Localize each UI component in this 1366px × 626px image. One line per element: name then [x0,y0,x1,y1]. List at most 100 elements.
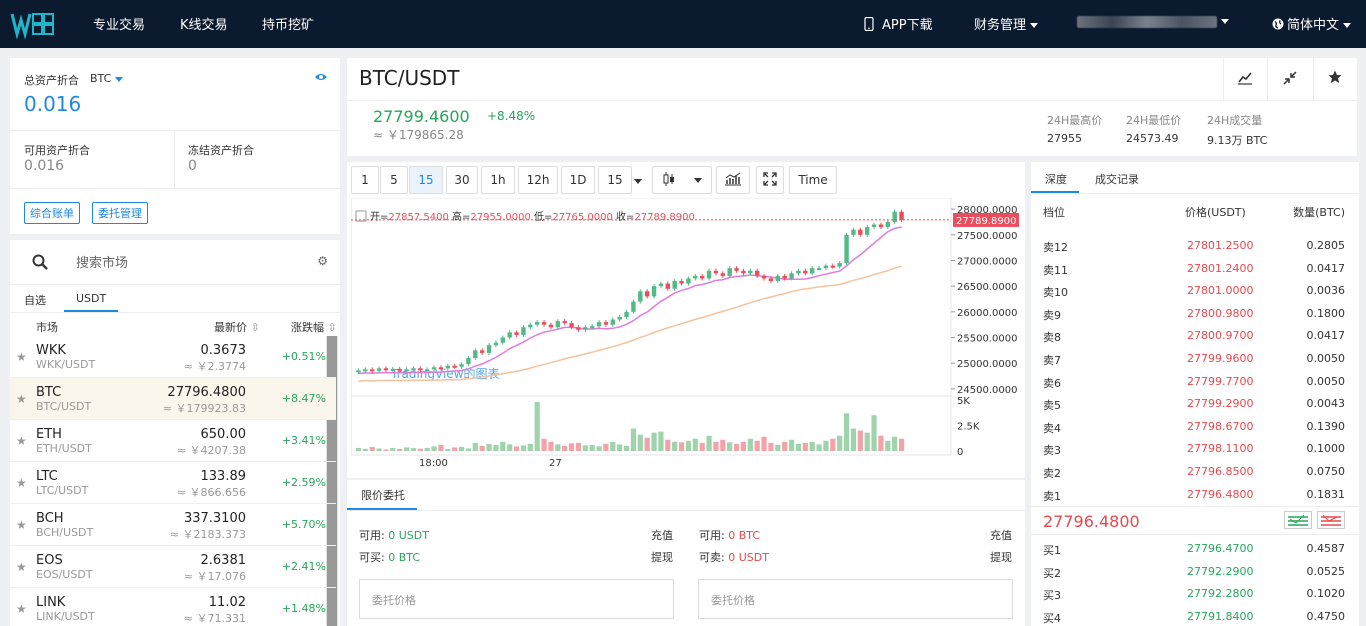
volume-bar [788,439,795,451]
nav-pro-trade[interactable]: 专业交易 [93,14,145,33]
sell-withdraw-link[interactable]: 提现 [990,549,1012,565]
interval-button[interactable]: 12h [518,166,558,194]
divider [10,312,340,313]
ask-row[interactable]: 卖11 27801.2400 0.0417 [1031,258,1359,280]
col-change-header[interactable]: 涨跌幅 ⇳ [291,319,337,335]
bid-row[interactable]: 买4 27791.8400 0.4750 [1031,606,1359,626]
ask-row[interactable]: 卖5 27799.2900 0.0043 [1031,393,1359,415]
favorite-star-icon[interactable]: ★ [16,518,27,532]
kline-chart-panel: 1 5 15 30 1h 12h 1D 15 Time 28000.0000 27500.0000… [347,162,1025,478]
nav-staking[interactable]: 持币挖矿 [262,14,314,33]
volume-bar [610,441,616,451]
tab-depth[interactable]: 深度 [1045,171,1067,187]
y-tick-label: 27500.0000 [957,231,1017,242]
ask-price: 27801.0000 [1187,284,1254,298]
vol-tick-label: 5K [957,396,970,407]
bid-level: 买1 [1043,544,1061,557]
volume-bar [747,438,753,451]
tab-limit-order[interactable]: 限价委托 [361,487,405,503]
interval-button[interactable]: 5 [380,166,408,194]
market-row[interactable]: ★ LTC LTC/USDT 133.89 ≈ ￥866.656 +2.59% [10,462,336,504]
vol-tick-label: 2.5K [957,422,980,433]
indicators-button[interactable] [716,166,750,194]
search-icon[interactable] [32,254,48,270]
settings-gear-icon[interactable]: ⚙ [317,254,328,268]
user-menu[interactable] [1077,14,1229,29]
interval-button[interactable]: 15 [409,166,443,194]
buy-price-input[interactable]: 委托价格 [359,579,674,619]
ask-row[interactable]: 卖9 27800.9800 0.1800 [1031,303,1359,325]
interval-dropdown[interactable]: 15 [598,166,632,194]
ask-row[interactable]: 卖8 27800.9700 0.0417 [1031,325,1359,347]
interval-button[interactable]: 1D [561,166,595,194]
buy-deposit-link[interactable]: 充值 [651,527,673,543]
sell-available-value: 0 BTC [728,529,761,542]
buy-withdraw-link[interactable]: 提现 [651,549,673,565]
order-management-button[interactable]: 委托管理 [92,202,148,224]
fullscreen-icon [763,172,777,186]
favorite-star-icon[interactable]: ★ [16,350,27,364]
sell-deposit-link[interactable]: 充值 [990,527,1012,543]
interval-button[interactable]: 1h [481,166,515,194]
nav-kline-trade[interactable]: K线交易 [180,14,228,33]
ask-price: 27798.6700 [1187,419,1254,433]
tab-favorites[interactable]: 自选 [24,292,46,308]
ask-row[interactable]: 卖6 27799.7700 0.0050 [1031,371,1359,393]
star-icon[interactable] [1328,70,1342,84]
market-search-input[interactable]: 搜索市场 [76,252,128,271]
account-statement-button[interactable]: 综合账单 [24,202,80,224]
tab-trade-history[interactable]: 成交记录 [1095,171,1139,187]
interval-button[interactable]: 30 [446,166,478,194]
depth-buy-view-icon[interactable] [1284,511,1312,529]
interval-button[interactable]: 1 [351,166,379,194]
coin-price: 11.02 [208,595,246,610]
candle-body [686,278,691,284]
app-download-link[interactable]: APP下载 [864,14,933,33]
sell-price-input[interactable]: 委托价格 [698,579,1013,619]
kline-chart[interactable]: 28000.000027500.000027000.000026500.0000… [351,198,1021,475]
favorite-star-icon[interactable]: ★ [16,560,27,574]
y-tick-label: 25000.0000 [957,359,1017,370]
candle-body [445,365,451,369]
ask-level: 卖9 [1043,308,1061,322]
volume-bar [823,440,829,451]
bid-row[interactable]: 买2 27792.2900 0.0525 [1031,561,1359,583]
ask-row[interactable]: 卖1 27796.4800 0.1831 [1031,484,1359,506]
compress-icon[interactable] [1283,71,1297,85]
candle-body [479,350,485,353]
market-row[interactable]: ★ BTC BTC/USDT 27796.4800 ≈ ￥179923.83 +8.47% [10,378,336,420]
market-row[interactable]: ★ ETH ETH/USDT 650.00 ≈ ￥4207.38 +3.41% [10,420,336,462]
coin-symbol: BTC [36,385,62,400]
ask-row[interactable]: 卖12 27801.2500 0.2805 [1031,235,1359,257]
favorite-star-icon[interactable]: ★ [16,392,27,406]
brand-logo[interactable] [10,8,56,40]
ask-row[interactable]: 卖2 27796.8500 0.0750 [1031,461,1359,483]
market-row[interactable]: ★ BCH BCH/USDT 337.3100 ≈ ￥2183.373 +5.70% [10,504,336,546]
chart-type-button[interactable] [652,166,712,194]
candle-body [727,268,732,276]
language-menu[interactable]: 简体中文 [1272,14,1352,33]
chart-line-icon[interactable] [1237,71,1253,85]
favorite-star-icon[interactable]: ★ [16,434,27,448]
tab-usdt[interactable]: USDT [76,292,106,305]
ask-row[interactable]: 卖4 27798.6700 0.1390 [1031,416,1359,438]
asset-unit-select[interactable]: BTC [90,72,124,85]
market-row[interactable]: ★ WKK WKK/USDT 0.3673 ≈ ￥2.3774 +0.51% [10,336,336,378]
bid-row[interactable]: 买3 27792.2800 0.1020 [1031,583,1359,605]
eye-icon[interactable] [314,72,328,82]
ask-row[interactable]: 卖3 27798.1100 0.1000 [1031,438,1359,460]
coin-symbol: LINK [36,595,66,610]
col-price-header[interactable]: 最新价 ⇳ [214,319,260,335]
market-row[interactable]: ★ EOS EOS/USDT 2.6381 ≈ ￥17.076 +2.41% [10,546,336,588]
favorite-star-icon[interactable]: ★ [16,602,27,616]
ask-row[interactable]: 卖10 27801.0000 0.0036 [1031,280,1359,302]
favorite-star-icon[interactable]: ★ [16,476,27,490]
depth-sell-view-icon[interactable] [1317,511,1345,529]
bid-row[interactable]: 买1 27796.4700 0.4587 [1031,538,1359,560]
finance-menu[interactable]: 财务管理 [974,14,1039,33]
time-button[interactable]: Time [789,166,837,194]
market-row[interactable]: ★ LINK LINK/USDT 11.02 ≈ ￥71.331 +1.48% [10,588,336,626]
fullscreen-button[interactable] [756,166,784,194]
ask-level: 卖10 [1043,286,1068,300]
ask-row[interactable]: 卖7 27799.9600 0.0050 [1031,348,1359,370]
